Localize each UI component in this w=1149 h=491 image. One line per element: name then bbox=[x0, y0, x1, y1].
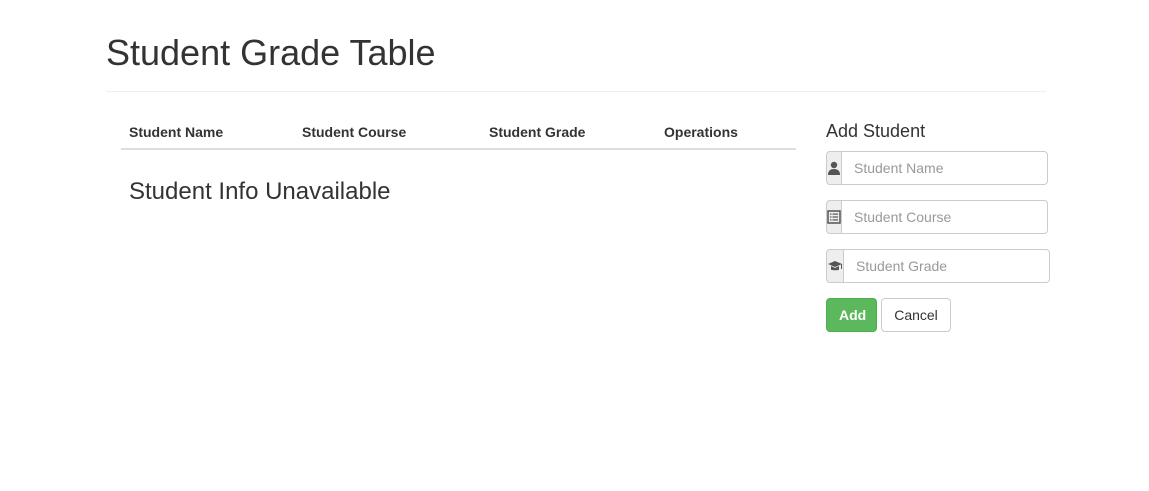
column-header-operations: Operations bbox=[664, 124, 738, 140]
education-icon bbox=[826, 249, 843, 283]
student-course-input[interactable] bbox=[841, 200, 1048, 234]
cancel-button[interactable]: Cancel bbox=[881, 298, 951, 332]
page-title: Student Grade Table bbox=[106, 32, 436, 73]
student-table: Student Name Student Course Student Grad… bbox=[121, 112, 796, 205]
student-grade-group bbox=[826, 249, 1050, 283]
student-course-group bbox=[826, 200, 1048, 234]
add-student-form: Add Student Student Name Student Course … bbox=[826, 120, 1050, 332]
column-header-student-name: Student Name bbox=[129, 124, 224, 140]
student-grade-input[interactable] bbox=[843, 249, 1050, 283]
page-header: Student Grade Table bbox=[106, 0, 1046, 92]
empty-table-message: Student Info Unavailable bbox=[129, 178, 391, 205]
column-header-student-grade: Student Grade bbox=[489, 124, 586, 140]
user-icon bbox=[826, 151, 841, 185]
form-title: Add Student bbox=[826, 121, 926, 141]
student-name-group bbox=[826, 151, 1048, 185]
table-header-row: Student Name Student Course Student Grad… bbox=[121, 112, 796, 150]
list-alt-icon bbox=[826, 200, 841, 234]
student-name-input[interactable] bbox=[841, 151, 1048, 185]
add-button[interactable]: Add bbox=[826, 298, 877, 332]
column-header-student-course: Student Course bbox=[302, 124, 407, 140]
